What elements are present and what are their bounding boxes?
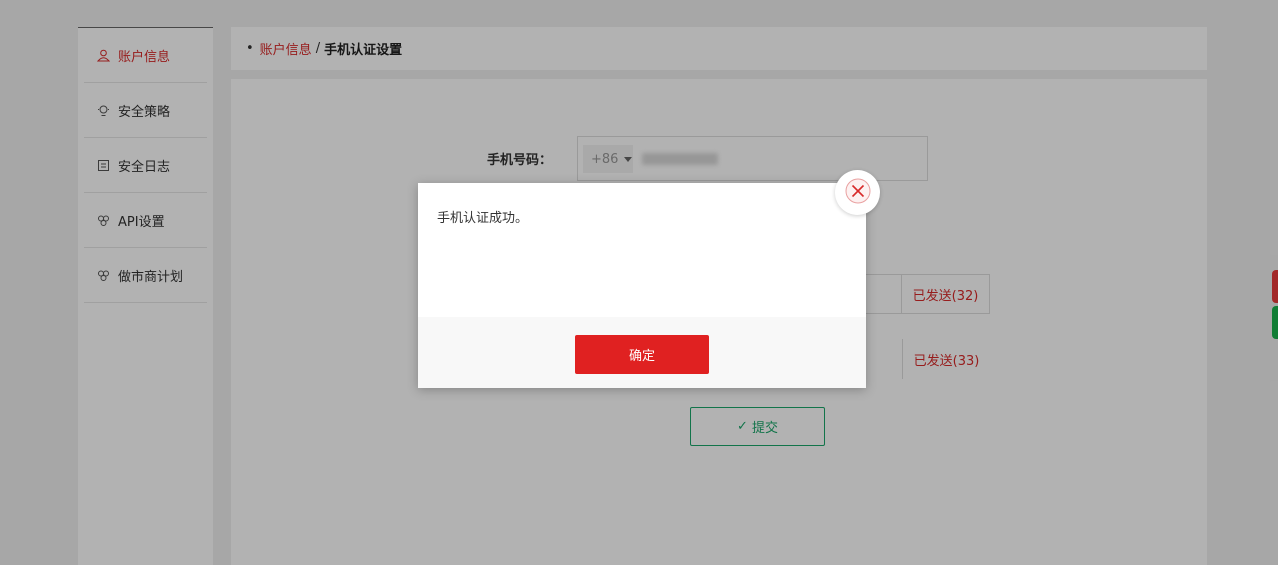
dialog-message: 手机认证成功。 (437, 211, 529, 226)
close-dialog-button[interactable] (835, 170, 880, 215)
dialog-footer: 确定 (418, 317, 866, 388)
confirm-button[interactable]: 确定 (575, 335, 709, 374)
success-dialog: 手机认证成功。 确定 (418, 183, 866, 388)
close-icon (845, 178, 871, 208)
